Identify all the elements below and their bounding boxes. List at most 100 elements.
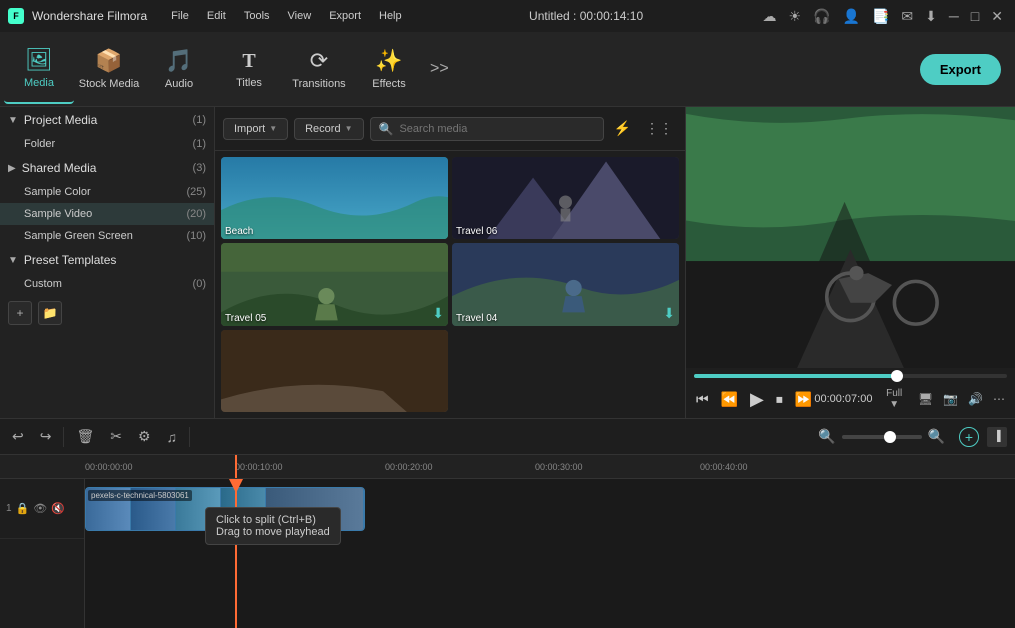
- delete-button[interactable]: 🗑: [72, 426, 98, 447]
- maximize-button[interactable]: □: [971, 8, 979, 25]
- toolbar-transitions[interactable]: ⟳ Transitions: [284, 34, 354, 104]
- project-media-header[interactable]: ▼ Project Media (1): [0, 107, 214, 133]
- user-icon[interactable]: 👤: [843, 8, 860, 25]
- track-lock-icon[interactable]: 🔒: [16, 502, 30, 515]
- camera-icon[interactable]: 📷: [941, 390, 960, 408]
- menu-view[interactable]: View: [280, 6, 320, 26]
- media-item-beach[interactable]: Beach: [221, 157, 448, 239]
- zoom-in-icon[interactable]: 🔍: [928, 428, 945, 445]
- chevron-right-icon: ▶: [8, 163, 16, 174]
- toolbar-titles[interactable]: T Titles: [214, 34, 284, 104]
- window-controls: ─ □ ✕: [945, 8, 1007, 25]
- separator-2: [189, 427, 190, 447]
- preview-panel: ⏮ ⏪ ▶ ⏹ ⏩ 00:00:07:00 Full ▼ 🖥 📷 🔊 ⋯: [685, 107, 1015, 418]
- track-hide-icon[interactable]: 👁: [33, 502, 47, 515]
- shared-media-label: Shared Media: [22, 161, 193, 175]
- custom-item[interactable]: Custom (0): [0, 273, 214, 295]
- sun-icon[interactable]: ☀: [789, 8, 802, 25]
- travel05-label: Travel 05: [225, 313, 266, 324]
- toolbar-media[interactable]: 🖼 Media: [4, 34, 74, 104]
- stop-button[interactable]: ⏹: [774, 389, 785, 410]
- end-button[interactable]: ▐: [987, 427, 1007, 447]
- toolbar-effects[interactable]: ✨ Effects: [354, 34, 424, 104]
- record-button[interactable]: Record ▼: [294, 118, 363, 140]
- travel05-download-icon[interactable]: ⬇: [432, 305, 444, 322]
- menu-bar: File Edit Tools View Export Help: [163, 6, 409, 26]
- play-button[interactable]: ▶: [748, 387, 766, 412]
- preset-templates-header[interactable]: ▼ Preset Templates: [0, 247, 214, 273]
- project-media-label: Project Media: [24, 113, 193, 127]
- ruler-time-30: 00:00:30:00: [535, 462, 583, 472]
- fullscreen-label[interactable]: Full ▼: [878, 386, 909, 412]
- more-options-icon[interactable]: ⋯: [991, 390, 1007, 408]
- toolbar-audio[interactable]: 🎵 Audio: [144, 34, 214, 104]
- settings-icon[interactable]: ⚙: [134, 426, 155, 447]
- filter-icon[interactable]: ⚡: [610, 116, 635, 141]
- add-media-button[interactable]: +: [8, 301, 32, 325]
- toolbar-more-icon[interactable]: >>: [424, 60, 455, 78]
- clip-title: pexels-c-technical-5803061: [88, 490, 192, 501]
- zoom-handle[interactable]: [884, 431, 896, 443]
- playhead[interactable]: [235, 479, 237, 628]
- bookmark-icon[interactable]: 📑: [872, 8, 889, 25]
- download-icon[interactable]: ⬇: [925, 8, 937, 25]
- shared-media-header[interactable]: ▶ Shared Media (3): [0, 155, 214, 181]
- timeline-tracks: 1 🔒 👁 🔇: [0, 479, 85, 628]
- media-item-partial[interactable]: [221, 330, 448, 412]
- search-input[interactable]: [399, 123, 594, 135]
- progress-bar[interactable]: [694, 374, 1007, 378]
- search-box: 🔍: [370, 117, 604, 141]
- grid-toggle-icon[interactable]: ⋮⋮: [641, 116, 677, 141]
- menu-export[interactable]: Export: [321, 6, 369, 26]
- undo-button[interactable]: ↩: [8, 426, 28, 447]
- monitor-icon[interactable]: 🖥: [916, 390, 935, 408]
- headphones-icon[interactable]: 🎧: [813, 8, 830, 25]
- skip-back-button[interactable]: ⏮: [694, 389, 711, 410]
- minimize-button[interactable]: ─: [949, 8, 959, 25]
- export-button[interactable]: Export: [920, 54, 1001, 85]
- open-folder-button[interactable]: 📁: [38, 301, 62, 325]
- playhead-ruler-marker: [235, 455, 237, 478]
- folder-item[interactable]: Folder (1): [0, 133, 214, 155]
- volume-icon[interactable]: 🔊: [966, 390, 985, 408]
- media-item-travel05[interactable]: Travel 05 ⬇: [221, 243, 448, 325]
- travel04-download-icon[interactable]: ⬇: [663, 305, 675, 322]
- zoom-out-icon[interactable]: 🔍: [818, 428, 835, 445]
- progress-thumb[interactable]: [891, 370, 903, 382]
- import-button[interactable]: Import ▼: [223, 118, 288, 140]
- menu-tools[interactable]: Tools: [236, 6, 278, 26]
- redo-button[interactable]: ↪: [36, 426, 56, 447]
- menu-help[interactable]: Help: [371, 6, 410, 26]
- titles-label: Titles: [236, 77, 262, 89]
- menu-edit[interactable]: Edit: [199, 6, 234, 26]
- audio-settings-icon[interactable]: ♫: [163, 427, 182, 447]
- window-title: Untitled : 00:00:14:10: [418, 9, 755, 23]
- sample-color-count: (25): [186, 186, 206, 198]
- zoom-slider[interactable]: [842, 435, 922, 439]
- ruler-time-20: 00:00:20:00: [385, 462, 433, 472]
- left-panel: ▼ Project Media (1) Folder (1) ▶ Shared …: [0, 107, 215, 418]
- step-back-button[interactable]: ⏪: [719, 389, 740, 410]
- track-number: 1: [6, 503, 12, 514]
- cut-button[interactable]: ✂: [106, 426, 126, 447]
- sample-green-screen-item[interactable]: Sample Green Screen (10): [0, 225, 214, 247]
- add-track-button[interactable]: +: [959, 427, 979, 447]
- menu-file[interactable]: File: [163, 6, 197, 26]
- cloud-icon[interactable]: ☁: [763, 8, 777, 25]
- media-item-travel04[interactable]: Travel 04 ⬇: [452, 243, 679, 325]
- media-item-travel06[interactable]: Travel 06: [452, 157, 679, 239]
- mail-icon[interactable]: ✉: [901, 8, 913, 25]
- close-button[interactable]: ✕: [991, 8, 1003, 25]
- sample-color-item[interactable]: Sample Color (25): [0, 181, 214, 203]
- ruler-time-10: 00:00:10:00: [235, 462, 283, 472]
- skip-forward-button[interactable]: ⏩: [793, 389, 814, 410]
- track-mute-icon[interactable]: 🔇: [51, 502, 65, 515]
- split-tooltip: Click to split (Ctrl+B) Drag to move pla…: [205, 507, 341, 545]
- control-row: ⏮ ⏪ ▶ ⏹ ⏩ 00:00:07:00 Full ▼ 🖥 📷 🔊 ⋯: [694, 386, 1007, 412]
- stock-icon: 📦: [95, 48, 122, 74]
- toolbar-stock-media[interactable]: 📦 Stock Media: [74, 34, 144, 104]
- import-arrow-icon: ▼: [269, 124, 277, 133]
- media-grid: Beach Travel 06: [215, 151, 685, 418]
- sample-video-item[interactable]: Sample Video (20): [0, 203, 214, 225]
- custom-label: Custom: [24, 278, 193, 290]
